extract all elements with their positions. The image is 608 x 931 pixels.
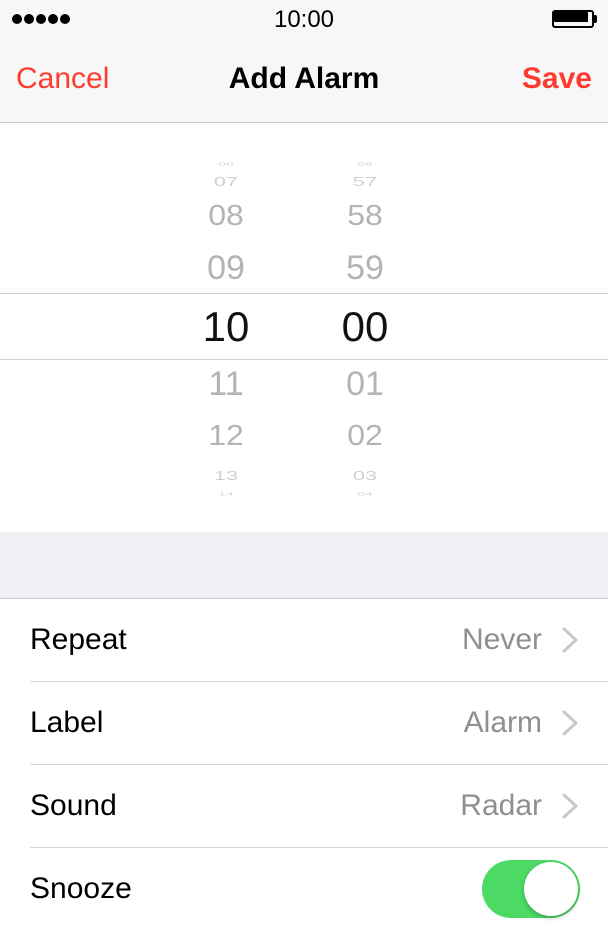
page-title: Add Alarm — [228, 62, 380, 95]
battery-full-icon — [552, 10, 597, 28]
hour-option-06[interactable]: 06 — [166, 162, 286, 166]
hour-wheel[interactable]: 06 07 08 09 10 11 12 13 14 — [166, 123, 286, 532]
minute-option-00[interactable]: 00 — [305, 306, 425, 348]
minute-option-59[interactable]: 59 — [305, 251, 425, 285]
repeat-label: Repeat — [30, 623, 127, 656]
hour-option-07[interactable]: 07 — [166, 175, 286, 188]
minute-option-58[interactable]: 58 — [305, 201, 425, 230]
save-button[interactable]: Save — [522, 62, 592, 96]
picker-selection-bottom-line — [0, 359, 608, 360]
chevron-right-icon — [562, 710, 578, 736]
navigation-bar: Cancel Add Alarm Save — [0, 40, 608, 123]
status-time: 10:00 — [273, 6, 335, 33]
label-value: Alarm — [463, 706, 542, 739]
hour-option-09[interactable]: 09 — [166, 251, 286, 285]
repeat-value: Never — [461, 623, 542, 656]
sound-row[interactable]: Sound Radar — [0, 765, 608, 848]
chevron-right-icon — [562, 793, 578, 819]
sound-label: Sound — [30, 789, 117, 822]
snooze-row: Snooze — [0, 848, 608, 931]
label-row[interactable]: Label Alarm — [0, 682, 608, 765]
minute-option-04[interactable]: 04 — [305, 492, 425, 496]
hour-option-08[interactable]: 08 — [166, 201, 286, 230]
section-gap — [0, 532, 608, 599]
hour-option-12[interactable]: 12 — [166, 421, 286, 450]
hour-option-13[interactable]: 13 — [166, 469, 286, 482]
hour-option-11[interactable]: 11 — [166, 367, 286, 401]
alarm-settings-list: Repeat Never Label Alarm Sound Radar Sno… — [0, 599, 608, 918]
chevron-right-icon — [562, 627, 578, 653]
minute-option-57[interactable]: 57 — [305, 175, 425, 188]
hour-option-10[interactable]: 10 — [166, 306, 286, 348]
minute-option-56[interactable]: 56 — [305, 162, 425, 166]
minute-option-03[interactable]: 03 — [305, 469, 425, 482]
minute-option-01[interactable]: 01 — [305, 367, 425, 401]
toggle-knob — [524, 862, 578, 916]
snooze-toggle[interactable] — [482, 860, 580, 918]
minute-wheel[interactable]: 56 57 58 59 00 01 02 03 04 — [305, 123, 425, 532]
snooze-label: Snooze — [30, 872, 132, 905]
repeat-row[interactable]: Repeat Never — [0, 599, 608, 682]
minute-option-02[interactable]: 02 — [305, 421, 425, 450]
sound-value: Radar — [460, 789, 542, 822]
hour-option-14[interactable]: 14 — [166, 492, 286, 496]
picker-selection-top-line — [0, 293, 608, 294]
label-label: Label — [30, 706, 104, 739]
status-bar: 10:00 — [0, 0, 608, 40]
time-picker: 06 07 08 09 10 11 12 13 14 56 57 58 59 00 01 02 03 04 — [0, 123, 608, 532]
